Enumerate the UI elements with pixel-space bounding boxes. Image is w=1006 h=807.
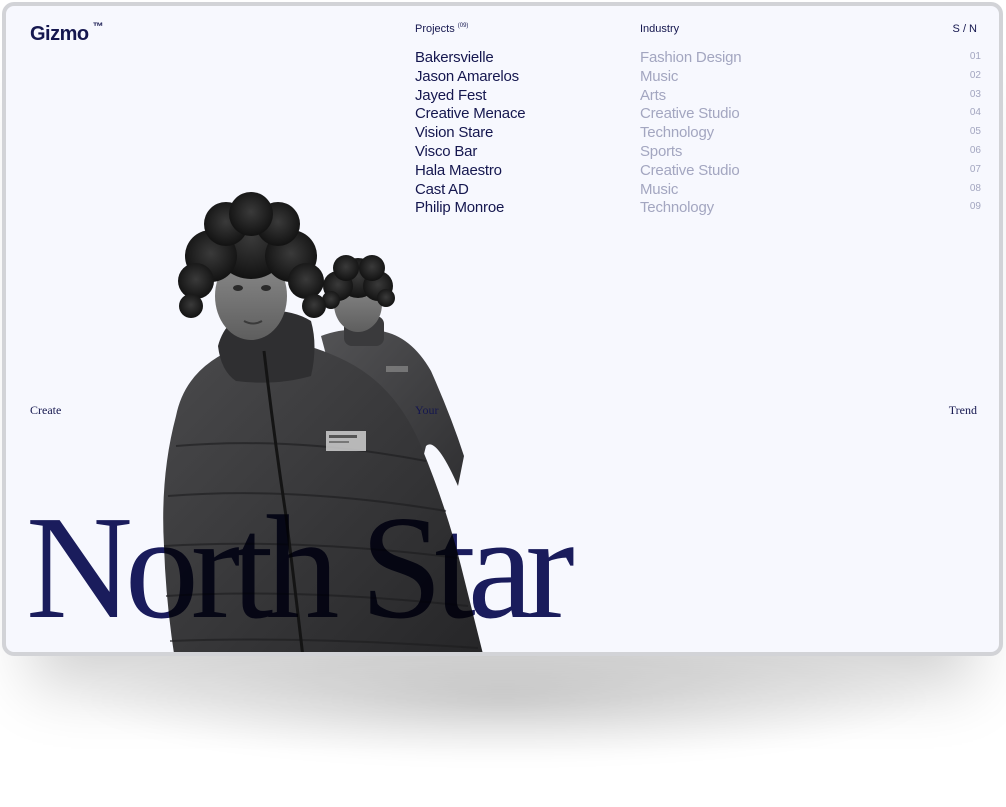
project-number: 01 [969,51,981,62]
project-name[interactable]: Visco Bar [415,143,477,160]
project-industry: Music [640,180,679,198]
sn-column-header: S / N [952,23,977,35]
tagline-trend: Trend [948,403,977,417]
project-row[interactable]: Hala Maestro Creative Studio 07 [415,162,981,181]
project-name[interactable]: Hala Maestro [415,162,502,179]
project-row[interactable]: Jayed Fest Arts 03 [415,87,981,106]
project-row[interactable]: Creative Menace Creative Studio 04 [415,105,981,124]
project-number: 09 [969,201,981,213]
project-row[interactable]: Jason Amarelos Music 02 [415,68,981,87]
projects-label: Projects [415,23,455,35]
project-name[interactable]: Jayed Fest [415,87,487,104]
project-row[interactable]: Vision Stare Technology 05 [415,124,981,143]
frame-shadow [80,640,926,760]
project-name[interactable]: Creative Menace [415,105,526,122]
project-number: 05 [969,126,981,138]
project-number: 06 [969,144,981,156]
project-number: 07 [969,163,981,175]
project-name[interactable]: Bakersvielle [415,49,494,66]
project-industry: Arts [640,86,666,104]
project-industry: Fashion Design [640,49,742,66]
project-industry: Technology [640,124,714,142]
browser-frame: Gizmo ™ Projects (09) Industry S / N Baker… [2,2,1003,656]
tagline-your: Your [415,403,439,417]
project-row[interactable]: Bakersvielle Fashion Design 01 [415,49,981,68]
trademark-mark: ™ [92,21,104,33]
tagline-create: Create [30,403,62,417]
brand-name: Gizmo [30,23,89,45]
hero-headline: North Star [26,486,575,650]
project-industry: Creative Studio [640,161,740,179]
project-name[interactable]: Jason Amarelos [415,68,519,85]
project-industry: Technology [640,199,714,217]
industry-column-header: Industry [640,23,680,35]
project-number: 04 [969,107,981,119]
project-number: 03 [969,88,981,100]
project-industry: Music [640,67,679,85]
brand-logo[interactable]: Gizmo ™ [30,21,104,46]
project-industry: Sports [640,142,683,160]
project-row[interactable]: Visco Bar Sports 06 [415,143,981,162]
projects-column-header: Projects (09) [415,23,468,35]
project-number: 08 [969,182,981,194]
projects-count: (09) [457,23,469,30]
project-name[interactable]: Vision Stare [415,124,493,141]
project-industry: Creative Studio [640,105,740,123]
project-number: 02 [969,69,981,81]
